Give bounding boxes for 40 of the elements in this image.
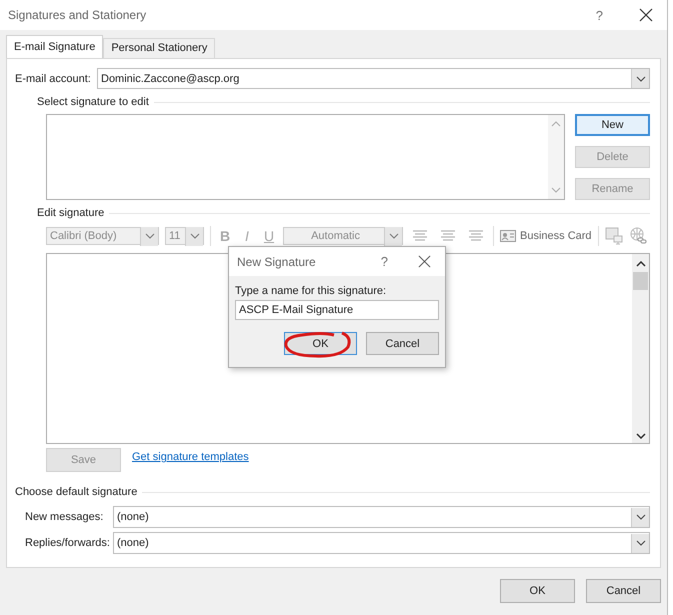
chevron-down-icon[interactable] <box>636 433 646 439</box>
align-icon[interactable] <box>412 229 428 243</box>
signature-button[interactable]: New <box>575 114 650 136</box>
account-label: E-mail account: <box>15 72 91 84</box>
section-title: Select signature to edit <box>37 96 149 108</box>
tab[interactable]: E-mail Signature <box>6 35 104 58</box>
field-label: New messages: <box>25 511 104 523</box>
close-icon[interactable] <box>639 8 653 22</box>
prompt-label: Type a name for this signature: <box>235 285 388 297</box>
font-dropdown[interactable]: Calibri (Body) <box>46 227 159 245</box>
chevron-down-icon[interactable] <box>636 76 646 82</box>
chevron-up-icon[interactable] <box>636 261 646 267</box>
dialog-button[interactable]: Cancel <box>586 579 661 603</box>
help-button[interactable]: ? <box>596 8 603 22</box>
contact-card-icon <box>500 230 516 242</box>
window-title: Signatures and Stationery <box>8 8 148 22</box>
close-icon[interactable] <box>418 255 431 268</box>
templates-link[interactable]: Get signature templates <box>132 451 249 463</box>
section-title: Edit signature <box>37 207 104 219</box>
chevron-down-icon[interactable] <box>636 540 646 546</box>
dialog-title: New Signature <box>237 254 317 268</box>
account-dropdown[interactable]: Dominic.Zaccone@ascp.org <box>97 68 650 89</box>
hyperlink-icon[interactable] <box>628 227 647 245</box>
business-card-button[interactable]: Business Card <box>500 230 592 242</box>
signature-dropdown[interactable]: (none) <box>113 506 650 528</box>
help-button[interactable]: ? <box>380 254 388 269</box>
field-label: Replies/forwards: <box>25 537 111 549</box>
chevron-down-icon[interactable] <box>636 514 646 520</box>
tab[interactable]: Personal Stationery <box>103 38 216 58</box>
name-input[interactable]: ASCP E-Mail Signature <box>235 300 439 320</box>
dialog-button[interactable]: Cancel <box>366 332 439 355</box>
color-dropdown[interactable]: Automatic <box>283 227 403 245</box>
section-title: Choose default signature <box>15 486 138 498</box>
align-icon[interactable] <box>468 229 484 243</box>
signature-dropdown[interactable]: (none) <box>113 532 650 554</box>
picture-icon[interactable] <box>604 227 623 245</box>
scrollbar-thumb[interactable] <box>633 272 648 290</box>
size-dropdown[interactable]: 11 <box>165 227 204 245</box>
dialog-button[interactable]: OK <box>500 579 575 603</box>
align-icon[interactable] <box>440 229 456 243</box>
